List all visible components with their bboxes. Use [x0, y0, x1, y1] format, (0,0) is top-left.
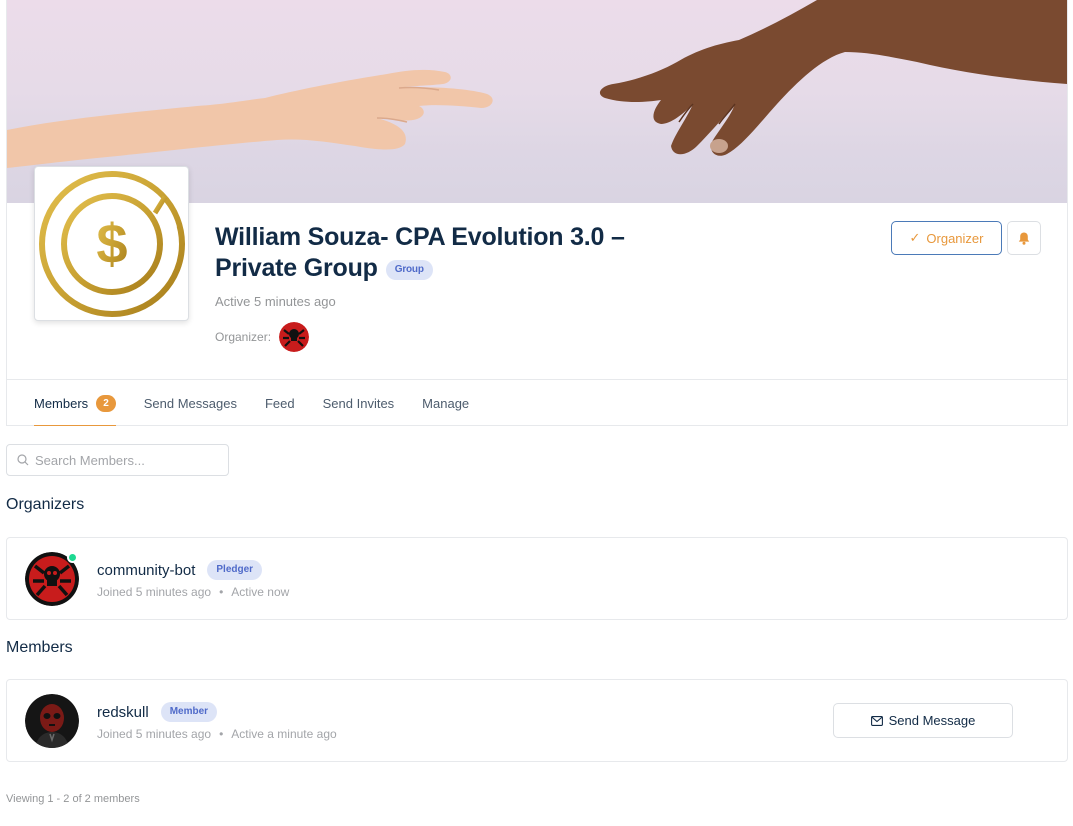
hydra-logo-icon [279, 322, 310, 352]
search-icon [17, 454, 29, 466]
tab-send-invites-label: Send Invites [322, 395, 395, 411]
tab-feed[interactable]: Feed [265, 380, 295, 426]
role-badge: Pledger [207, 560, 263, 580]
group-nav-tabs: Members 2 Send Messages Feed Send Invite… [7, 379, 1067, 426]
member-meta: Joined 5 minutes ago • Active a minute a… [97, 727, 337, 741]
members-heading: Members [6, 639, 73, 656]
organizer-row: Organizer: [215, 322, 310, 352]
send-message-button[interactable]: Send Message [833, 703, 1013, 738]
active-text: Active a minute ago [231, 727, 337, 741]
search-members-input[interactable] [35, 452, 215, 468]
meta-separator: • [219, 727, 224, 741]
check-icon: ✓ [909, 230, 921, 245]
organizers-heading: Organizers [6, 496, 85, 513]
notification-button[interactable] [1007, 221, 1041, 255]
send-message-label: Send Message [888, 713, 976, 728]
tab-send-messages[interactable]: Send Messages [144, 380, 237, 426]
svg-text:$: $ [96, 212, 127, 275]
organizer-label: Organizer: [215, 330, 272, 344]
organizer-button[interactable]: ✓ Organizer [891, 221, 1002, 255]
tab-send-invites[interactable]: Send Invites [323, 380, 395, 426]
group-header: $ William Souza- CPA Evolution 3.0 – Pri… [6, 0, 1068, 426]
member-card: redskull Member Joined 5 minutes ago • A… [6, 679, 1068, 762]
tab-manage[interactable]: Manage [422, 380, 469, 426]
red-skull-avatar-icon [25, 694, 79, 748]
dollar-coin-icon: $ [39, 171, 185, 317]
search-members [6, 444, 229, 476]
tab-feed-label: Feed [264, 395, 295, 411]
tab-members[interactable]: Members 2 [34, 380, 116, 426]
active-text: Active now [231, 585, 290, 599]
online-status-dot [67, 552, 78, 563]
member-name[interactable]: community-bot [97, 562, 195, 579]
members-count-badge: 2 [96, 394, 116, 412]
joined-text: Joined 5 minutes ago [97, 727, 212, 741]
tab-manage-label: Manage [422, 395, 470, 411]
bell-icon [1018, 232, 1030, 245]
organizer-avatar[interactable] [279, 322, 310, 352]
member-meta: Joined 5 minutes ago • Active now [97, 585, 289, 599]
group-active-status: Active 5 minutes ago [215, 294, 336, 309]
group-type-badge: Group [385, 260, 433, 280]
meta-separator: • [219, 585, 224, 599]
tab-send-messages-label: Send Messages [143, 395, 237, 411]
pagination-text: Viewing 1 - 2 of 2 members [6, 793, 140, 805]
envelope-icon [870, 715, 883, 726]
group-avatar: $ [34, 166, 189, 321]
joined-text: Joined 5 minutes ago [97, 585, 212, 599]
member-name[interactable]: redskull [97, 704, 149, 721]
organizer-card: community-bot Pledger Joined 5 minutes a… [6, 537, 1068, 620]
tab-members-label: Members [34, 395, 89, 411]
role-badge: Member [160, 702, 218, 722]
group-title: William Souza- CPA Evolution 3.0 – Priva… [215, 222, 645, 284]
avatar[interactable] [25, 694, 79, 748]
organizer-button-label: Organizer [926, 230, 984, 246]
